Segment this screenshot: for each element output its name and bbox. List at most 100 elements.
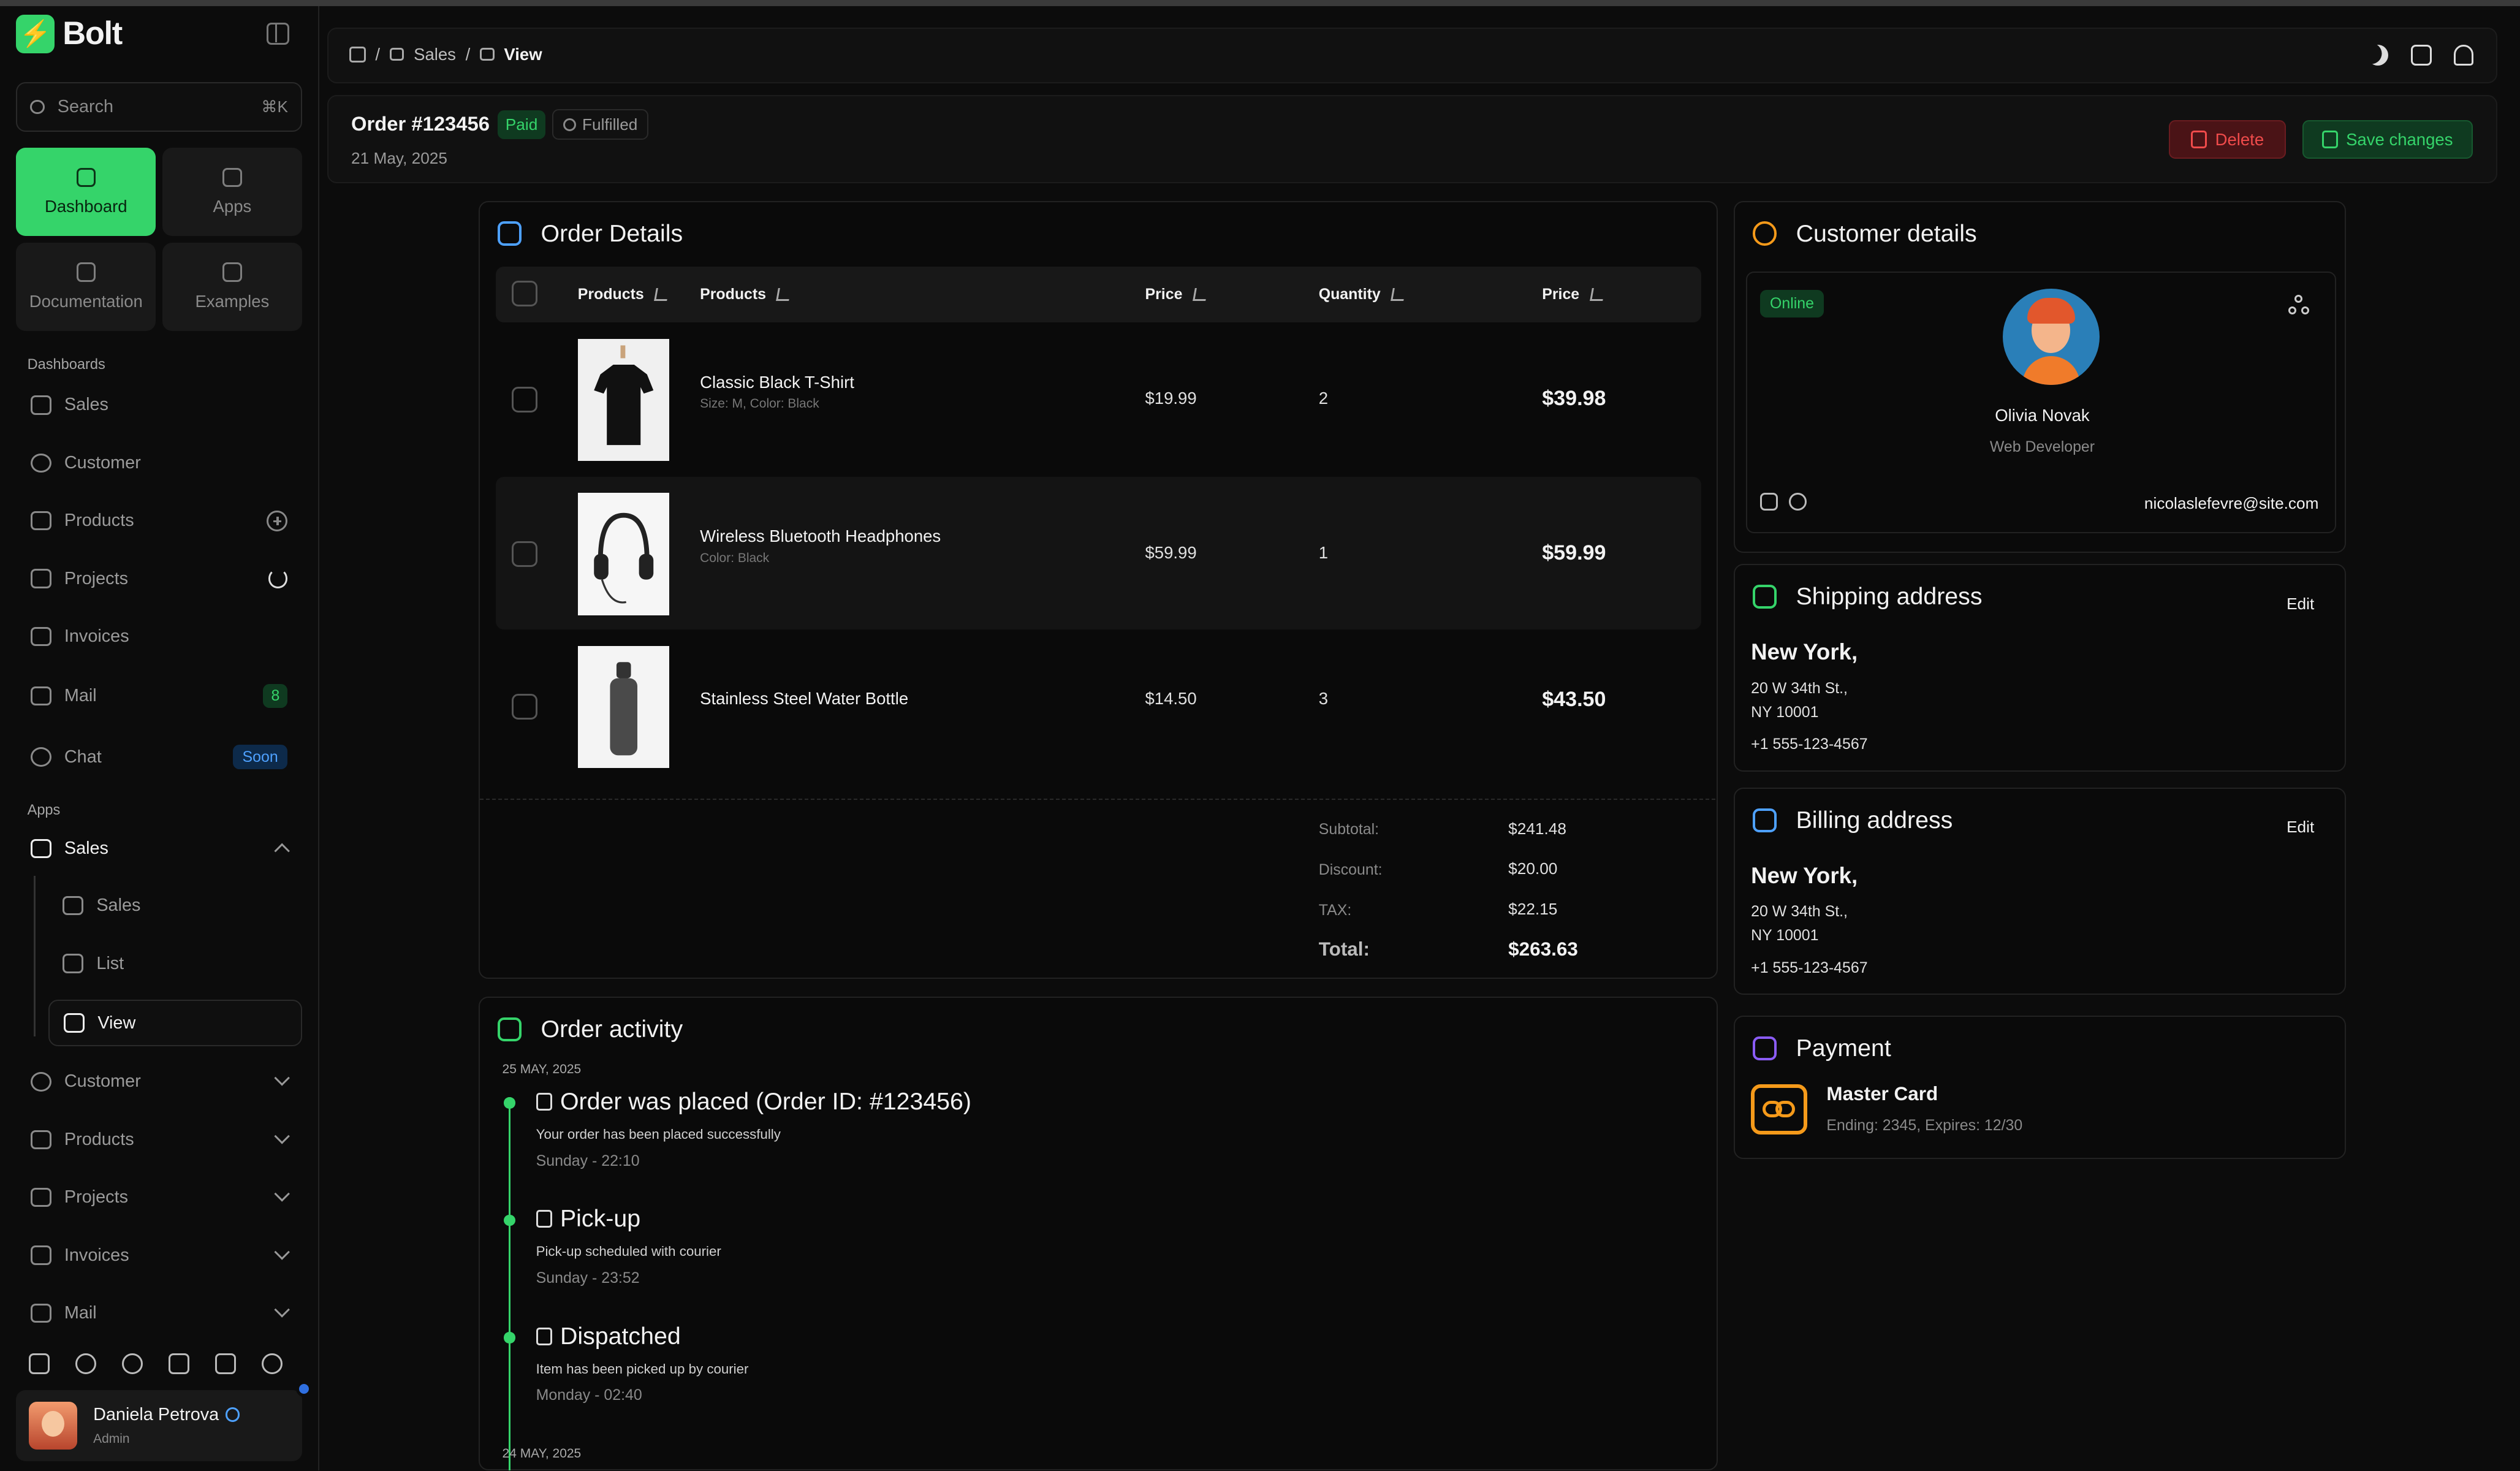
calculator-icon[interactable] [29, 1353, 50, 1375]
sidebar-item-mail[interactable]: Mail 8 [16, 672, 302, 720]
facebook-icon[interactable] [1760, 492, 1778, 511]
moon-icon[interactable] [75, 1353, 97, 1375]
logo[interactable]: ⚡ Bolt [16, 14, 123, 53]
shipping-address-card: Shipping address Edit New York, 20 W 34t… [1733, 564, 2347, 772]
sidebar-item-sales[interactable]: Sales [16, 381, 302, 430]
section-label-dashboards: Dashboards [27, 357, 105, 373]
sidebar-toggle-icon[interactable] [267, 22, 290, 45]
column-label: Quantity [1318, 286, 1381, 303]
calculator-icon[interactable] [2410, 44, 2432, 66]
table-row[interactable]: Classic Black T-Shirt Size: M, Color: Bl… [496, 322, 1701, 475]
sidebar-item-apps-products[interactable]: Products [16, 1116, 302, 1164]
timeline-event-desc: Item has been picked up by courier [536, 1361, 749, 1377]
sidebar-item-apps-invoices[interactable]: Invoices [16, 1231, 302, 1280]
bell-icon[interactable] [2454, 44, 2473, 66]
sidebar-subitem-view[interactable]: View [48, 1000, 302, 1047]
column-header[interactable]: Price [1542, 286, 1605, 303]
customer-role: Web Developer [1989, 438, 2095, 455]
order-details-card: Order Details Products Products Price Qu… [478, 200, 1718, 979]
address-phone: +1 555-123-4567 [1751, 959, 1868, 976]
column-header[interactable]: Products [578, 286, 669, 303]
delete-button[interactable]: Delete [2168, 120, 2287, 159]
chat-icon [30, 747, 51, 767]
billing-address-card: Billing address Edit New York, 20 W 34th… [1733, 787, 2347, 995]
chevron-down-icon [274, 1186, 290, 1203]
column-header[interactable]: Quantity [1318, 286, 1406, 303]
truck-icon [1752, 585, 1777, 609]
sidebar-item-label: Mail [64, 1302, 97, 1323]
save-label: Save changes [2346, 129, 2453, 149]
save-button[interactable]: Save changes [2302, 120, 2473, 159]
customer-email[interactable]: nicolaslefevre@site.com [2144, 494, 2319, 513]
truck-icon [497, 1017, 522, 1041]
sidebar-item-label: List [96, 953, 124, 973]
verified-icon [225, 1407, 240, 1422]
receipt-icon [536, 1092, 552, 1111]
select-all-checkbox[interactable] [512, 281, 538, 307]
chart-icon [389, 48, 404, 61]
breadcrumb: / Sales / View [349, 45, 542, 64]
table-row[interactable]: Stainless Steel Water Bottle $14.50 3 $4… [496, 629, 1701, 782]
add-circle-icon[interactable] [267, 510, 288, 531]
column-header[interactable]: Products [700, 286, 792, 303]
search-input[interactable]: Search ⌘K [16, 82, 302, 132]
breadcrumb-sales[interactable]: Sales [414, 45, 456, 64]
sidebar-item-chat[interactable]: Chat Soon [16, 733, 302, 781]
sidebar-item-label: Sales [64, 838, 108, 859]
notification-dot [295, 1380, 312, 1397]
star-icon [222, 262, 242, 282]
column-header[interactable]: Price [1145, 286, 1208, 303]
gear-icon[interactable] [122, 1353, 143, 1375]
mastercard-icon [1751, 1084, 1807, 1135]
view-icon [64, 1013, 85, 1033]
row-checkbox[interactable] [512, 694, 538, 720]
tile-apps[interactable]: Apps [162, 148, 302, 237]
share-icon[interactable] [2288, 295, 2311, 317]
top-strip [0, 0, 2520, 7]
ai-icon[interactable] [262, 1353, 283, 1375]
product-image-tshirt [577, 338, 670, 461]
view-icon [480, 48, 495, 61]
sidebar-item-apps-sales[interactable]: Sales [16, 824, 302, 873]
tile-dashboard[interactable]: Dashboard [16, 148, 156, 237]
sidebar-item-invoices[interactable]: Invoices [16, 612, 302, 661]
sidebar-subitem-sales[interactable]: Sales [48, 883, 302, 929]
sidebar-item-projects[interactable]: Projects [16, 555, 302, 603]
row-checkbox[interactable] [512, 387, 538, 413]
envelope-icon [1752, 808, 1777, 832]
sidebar-item-apps-projects[interactable]: Projects [16, 1173, 302, 1222]
list-icon [497, 221, 522, 246]
card-brand: Master Card [1826, 1082, 1938, 1104]
sparkle-icon[interactable] [215, 1353, 237, 1375]
tile-documentation[interactable]: Documentation [16, 242, 156, 332]
sidebar-item-label: View [97, 1013, 136, 1033]
paid-badge: Paid [497, 110, 546, 140]
section-label-apps: Apps [27, 802, 61, 818]
product-name: Wireless Bluetooth Headphones [700, 526, 941, 546]
sidebar-item-apps-mail[interactable]: Mail [16, 1289, 302, 1337]
instagram-icon[interactable] [1789, 492, 1807, 511]
sidebar-subitem-list[interactable]: List [48, 940, 302, 987]
user-icon [1752, 221, 1777, 246]
refresh-icon[interactable] [268, 569, 288, 588]
moon-icon[interactable] [2367, 45, 2388, 66]
product-qty: 1 [1318, 542, 1329, 562]
book-icon[interactable] [169, 1353, 190, 1375]
social-links [1760, 492, 1807, 511]
sidebar-item-customer[interactable]: Customer [16, 439, 302, 487]
tile-examples[interactable]: Examples [162, 242, 302, 332]
edit-shipping-button[interactable]: Edit [2287, 595, 2314, 614]
online-badge: Online [1760, 290, 1824, 318]
event-title: Dispatched [560, 1322, 681, 1350]
card-details: Ending: 2345, Expires: 12/30 [1826, 1116, 2023, 1134]
edit-billing-button[interactable]: Edit [2287, 818, 2314, 837]
row-checkbox[interactable] [512, 541, 538, 568]
avatar [29, 1401, 77, 1450]
sidebar-item-apps-customer[interactable]: Customer [16, 1058, 302, 1106]
home-icon[interactable] [349, 46, 366, 63]
sidebar-item-products[interactable]: Products [16, 496, 302, 545]
product-meta: Size: M, Color: Black [700, 397, 819, 411]
sidebar-toolbar [29, 1353, 283, 1375]
table-row[interactable]: Wireless Bluetooth Headphones Color: Bla… [496, 477, 1701, 630]
user-card[interactable]: Daniela Petrova Admin [16, 1380, 312, 1461]
